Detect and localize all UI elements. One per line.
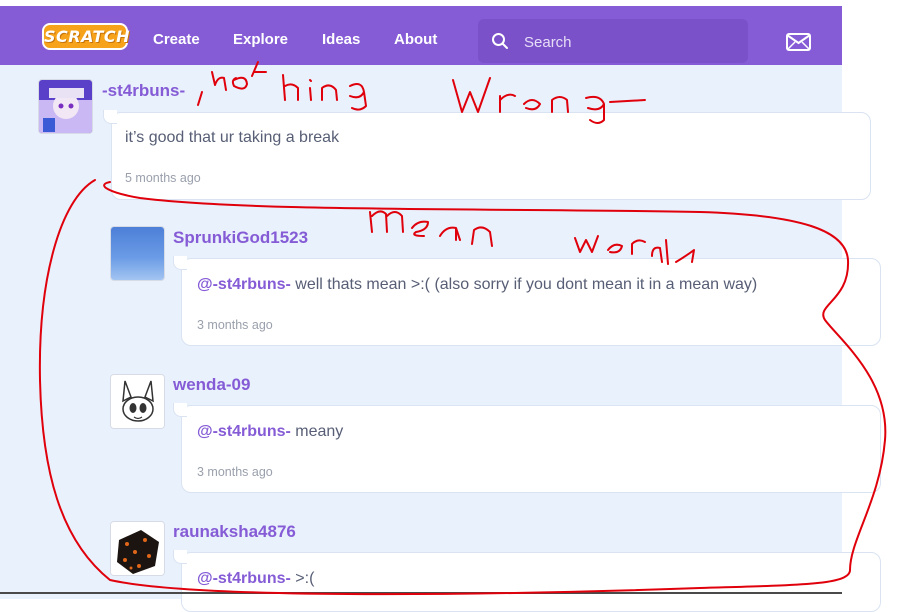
search-input[interactable] — [522, 19, 736, 65]
mention-link[interactable]: @-st4rbuns- — [197, 423, 291, 440]
mention-link[interactable]: @-st4rbuns- — [197, 570, 291, 587]
user-avatar-image — [111, 375, 164, 428]
top-navbar: SCRATCH Create Explore Ideas About — [0, 6, 842, 65]
user-avatar-image — [111, 227, 164, 280]
comment-username[interactable]: raunaksha4876 — [173, 522, 296, 542]
nav-explore-link[interactable]: Explore — [233, 31, 288, 48]
comment-username[interactable]: SprunkiGod1523 — [173, 228, 308, 248]
comment-bubble: @-st4rbuns- >:( — [181, 552, 881, 612]
avatar[interactable] — [38, 79, 93, 134]
comment-username[interactable]: -st4rbuns- — [102, 81, 185, 101]
comment-bubble: @-st4rbuns- meany 3 months ago — [181, 405, 881, 493]
comment-bubble: @-st4rbuns- well thats mean >:( (also so… — [181, 258, 881, 346]
comment-timestamp: 3 months ago — [197, 465, 273, 479]
bubble-tail — [173, 403, 187, 417]
bubble-tail — [173, 550, 187, 564]
comment-username[interactable]: wenda-09 — [173, 375, 250, 395]
comment-timestamp: 5 months ago — [125, 171, 201, 185]
comment-timestamp: 3 months ago — [197, 318, 273, 332]
comment-bubble: it’s good that ur taking a break 5 month… — [111, 112, 871, 200]
bubble-tail — [173, 256, 187, 270]
comment-text: @-st4rbuns- >:( — [197, 570, 314, 588]
user-avatar-image — [39, 80, 92, 133]
bottom-divider — [0, 592, 842, 594]
avatar[interactable] — [110, 374, 165, 429]
comment-text: it’s good that ur taking a break — [125, 129, 340, 146]
comment-body: >:( — [290, 570, 315, 587]
nav-ideas-link[interactable]: Ideas — [322, 31, 360, 48]
search-icon — [492, 33, 508, 49]
comment-text: @-st4rbuns- well thats mean >:( (also so… — [197, 276, 757, 294]
messages-mail-icon[interactable] — [786, 33, 811, 51]
user-avatar-image — [111, 522, 164, 575]
comment-text: @-st4rbuns- meany — [197, 423, 343, 441]
comment-body: well thats mean >:( (also sorry if you d… — [290, 276, 758, 293]
search-box[interactable] — [478, 19, 748, 65]
nav-create-link[interactable]: Create — [153, 31, 200, 48]
avatar[interactable] — [110, 226, 165, 281]
mention-link[interactable]: @-st4rbuns- — [197, 276, 291, 293]
comment-body: meany — [290, 423, 344, 440]
avatar[interactable] — [110, 521, 165, 576]
nav-about-link[interactable]: About — [394, 31, 437, 48]
bubble-tail — [103, 110, 117, 124]
scratch-logo[interactable]: SCRATCH — [42, 23, 129, 50]
